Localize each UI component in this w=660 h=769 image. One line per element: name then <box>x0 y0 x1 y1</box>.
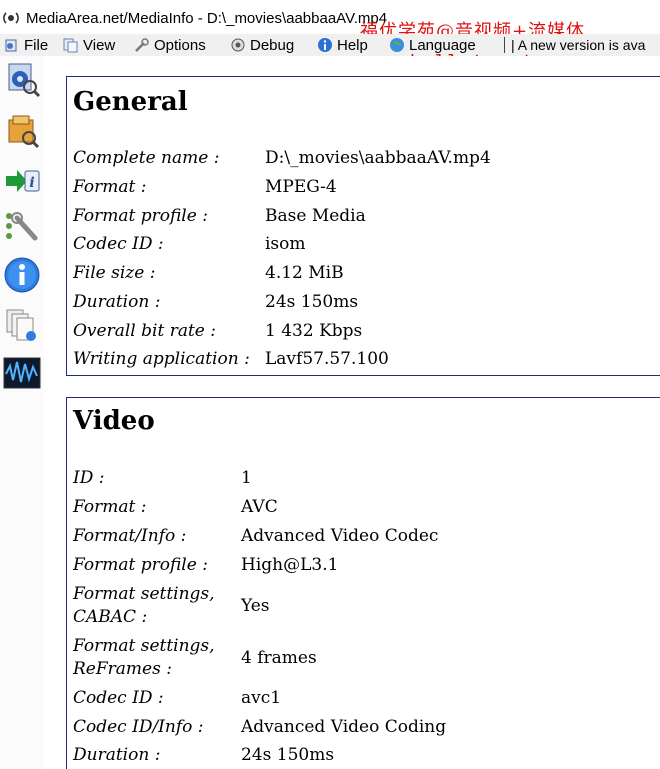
row-label: Format profile : <box>73 206 208 226</box>
menu-file[interactable]: File <box>4 34 48 56</box>
row-value: AVC <box>241 497 278 517</box>
file-list-icon[interactable] <box>3 306 41 344</box>
row-label: Writing application : <box>73 349 250 369</box>
row-value: 24s 150ms <box>265 292 359 312</box>
video-heading: Video <box>73 406 155 436</box>
options-menu-icon <box>135 38 149 52</box>
info-panel: General Complete name : D:\_movies\aabba… <box>44 56 660 769</box>
row-label: Duration : <box>73 292 161 312</box>
menu-view[interactable]: View <box>63 34 115 56</box>
app-icon <box>3 12 19 24</box>
view-menu-icon <box>63 38 78 53</box>
general-heading: General <box>73 87 188 117</box>
about-icon[interactable] <box>3 256 41 294</box>
menu-debug-label: Debug <box>250 36 295 54</box>
row-label-cont: ReFrames : <box>73 659 172 679</box>
row-label: Format : <box>73 497 147 517</box>
menu-options-label: Options <box>154 36 206 54</box>
row-value: 1 432 Kbps <box>265 321 363 341</box>
row-label: Codec ID/Info : <box>73 717 204 737</box>
sheet-view-icon[interactable] <box>3 112 41 150</box>
row-label: Format settings, <box>73 584 215 604</box>
row-value: Advanced Video Codec <box>241 526 439 546</box>
row-value: Base Media <box>265 206 366 226</box>
row-label: ID : <box>73 468 105 488</box>
row-value: 4.12 MiB <box>265 263 344 283</box>
menu-debug[interactable]: Debug <box>230 34 294 56</box>
row-label: Format : <box>73 177 147 197</box>
row-value: Yes <box>241 596 270 616</box>
row-value: 4 frames <box>241 648 317 668</box>
debug-menu-icon <box>231 38 245 52</box>
file-menu-icon <box>5 39 17 52</box>
menu-options[interactable]: Options <box>134 34 206 56</box>
row-label: Complete name : <box>73 148 220 168</box>
easy-view-icon[interactable] <box>3 60 41 98</box>
preferences-icon[interactable] <box>3 208 41 246</box>
row-label: Overall bit rate : <box>73 321 216 341</box>
row-value: MPEG-4 <box>265 177 337 197</box>
menu-view-label: View <box>83 36 116 54</box>
general-section: General Complete name : D:\_movies\aabba… <box>66 76 660 376</box>
row-label: Format profile : <box>73 555 208 575</box>
help-menu-icon <box>318 38 332 52</box>
window-title: MediaArea.net/MediaInfo - D:\_movies\aab… <box>26 10 388 27</box>
waveform-icon[interactable] <box>3 354 41 392</box>
row-label: Codec ID : <box>73 234 164 254</box>
export-icon[interactable]: i <box>3 162 41 200</box>
row-value: avc1 <box>241 688 282 708</box>
svg-text:i: i <box>29 175 34 191</box>
row-value: Advanced Video Coding <box>241 717 447 737</box>
row-label-cont: CABAC : <box>73 607 148 627</box>
row-label: Format/Info : <box>73 526 187 546</box>
row-label: Format settings, <box>73 636 215 656</box>
video-section: Video ID : 1 Format : AVC Format/Info : … <box>66 397 660 769</box>
row-value: 24s 150ms <box>241 745 335 765</box>
view-sidebar: i <box>0 56 44 769</box>
row-label: Duration : <box>73 745 161 765</box>
row-value: isom <box>265 234 306 254</box>
row-value: 1 <box>241 468 252 488</box>
row-value: Lavf57.57.100 <box>265 349 389 369</box>
menu-file-label: File <box>24 36 49 54</box>
row-value: D:\_movies\aabbaaAV.mp4 <box>265 148 491 168</box>
row-label: File size : <box>73 263 156 283</box>
row-label: Codec ID : <box>73 688 164 708</box>
row-value: High@L3.1 <box>241 555 339 575</box>
